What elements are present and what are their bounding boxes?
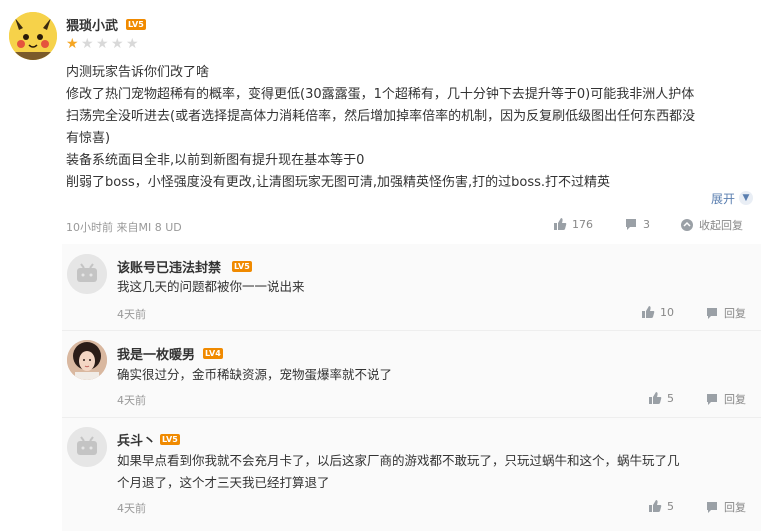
reply-text: 确实很过分，金币稀缺资源，宠物蛋爆率就不说了 — [117, 367, 393, 382]
reply-username[interactable]: 该账号已违法封禁 — [117, 257, 221, 276]
chevron-down-icon[interactable]: ▼ — [739, 191, 753, 205]
reply-label: 回复 — [724, 393, 746, 406]
star-icon: ★ — [111, 36, 124, 52]
reply-text-line: 个月退了，这个才三天我已经打算退了 — [117, 475, 330, 490]
comment-line: 装备系统面目全非,以前到新图有提升现在基本等于0 — [66, 153, 365, 168]
comment-icon — [626, 219, 636, 230]
like-button[interactable]: 176 — [553, 217, 593, 231]
thumbs-up-icon — [649, 500, 662, 512]
like-button[interactable]: 5 — [648, 391, 674, 405]
comment-username[interactable]: 猥琐小武 — [66, 15, 118, 34]
comment-line: 削弱了boss，小怪强度没有更改,让清图玩家无图可清,加强精英怪伤害,打的过bo… — [66, 175, 611, 190]
star-icon: ★ — [126, 36, 139, 52]
like-count: 10 — [660, 305, 674, 319]
reply-label: 回复 — [724, 307, 746, 320]
level-badge: LV5 — [160, 434, 180, 445]
reply-label: 回复 — [724, 501, 746, 514]
like-count: 5 — [667, 499, 674, 513]
star-icon: ★ — [66, 36, 79, 52]
reply-time: 4天前 — [117, 394, 146, 407]
comment-line: 有惊喜) — [66, 131, 111, 146]
comment-line: 扫荡完全没听进去(或者选择提高体力消耗倍率，然后增加掉率倍率的机制，因为反复刷低… — [66, 109, 696, 124]
comment-body: 内测玩家告诉你们改了啥 修改了热门宠物超稀有的概率，变得更低(30露露蛋，1个超… — [66, 62, 756, 194]
star-icon: ★ — [96, 36, 109, 52]
reply-icon — [707, 308, 717, 319]
pikachu-icon — [9, 12, 57, 60]
reply-button[interactable]: 回复 — [705, 499, 746, 515]
reply-time: 4天前 — [117, 502, 146, 515]
reply-icon — [707, 502, 717, 513]
star-icon: ★ — [81, 36, 94, 52]
rating-stars: ★ ★ ★ ★ ★ — [66, 37, 140, 51]
avatar[interactable] — [67, 340, 107, 380]
bilibili-tv-icon — [67, 254, 107, 294]
reply-button[interactable]: 回复 — [705, 305, 746, 321]
pikachu-avatar[interactable] — [9, 12, 57, 60]
divider — [62, 330, 761, 331]
like-count: 5 — [667, 391, 674, 405]
thumbs-up-icon — [642, 306, 655, 318]
girl-photo-avatar — [67, 340, 107, 380]
like-count: 176 — [572, 217, 593, 231]
collapse-icon — [681, 219, 693, 231]
avatar[interactable] — [67, 427, 107, 467]
reply-username[interactable]: 兵斗丶 — [117, 430, 156, 449]
like-button[interactable]: 10 — [641, 305, 674, 319]
reply-text: 如果早点看到你我就不会充月卡了，以后这家厂商的游戏都不敢玩了，只玩过蜗牛和这个，… — [117, 450, 757, 494]
comment-button[interactable]: 3 — [624, 217, 650, 231]
reply-text: 我这几天的问题都被你一一说出来 — [117, 279, 305, 294]
main-comment: 猥琐小武 LV5 ★ ★ ★ ★ ★ 内测玩家告诉你们改了啥 修改了热门宠物超稀有的概率… — [0, 0, 761, 250]
divider — [62, 417, 761, 418]
reply-icon — [707, 394, 717, 405]
like-button[interactable]: 5 — [648, 499, 674, 513]
thumbs-up-icon — [554, 218, 567, 230]
bilibili-tv-icon — [67, 427, 107, 467]
comment-count: 3 — [643, 217, 650, 231]
expand-link[interactable]: 展开 — [711, 190, 735, 207]
reply-text-line: 如果早点看到你我就不会充月卡了，以后这家厂商的游戏都不敢玩了，只玩过蜗牛和这个，… — [117, 453, 680, 468]
collapse-replies-button[interactable]: 收起回复 — [680, 217, 743, 233]
comment-meta: 10小时前 来自MI 8 UD — [66, 221, 182, 234]
level-badge: LV5 — [232, 261, 252, 272]
thumbs-up-icon — [649, 392, 662, 404]
comment-line: 内测玩家告诉你们改了啥 — [66, 65, 210, 80]
level-badge: LV4 — [203, 348, 223, 359]
level-badge: LV5 — [126, 19, 146, 30]
reply-username[interactable]: 我是一枚暖男 — [117, 344, 195, 363]
reply-time: 4天前 — [117, 308, 146, 321]
collapse-label: 收起回复 — [699, 219, 743, 232]
reply-button[interactable]: 回复 — [705, 391, 746, 407]
comment-line: 修改了热门宠物超稀有的概率，变得更低(30露露蛋，1个超稀有，几十分钟下去提升等… — [66, 87, 695, 102]
avatar[interactable] — [67, 254, 107, 294]
